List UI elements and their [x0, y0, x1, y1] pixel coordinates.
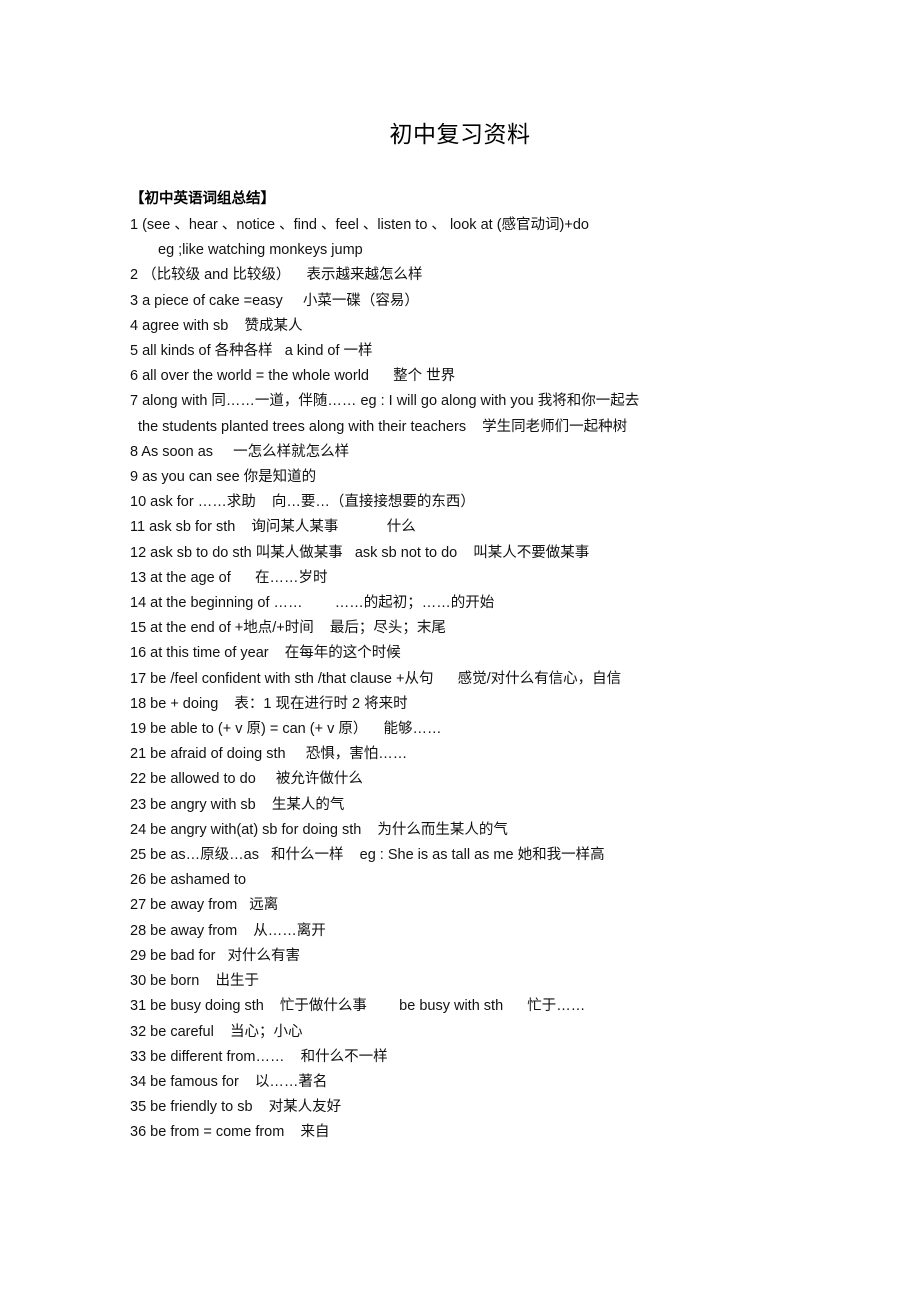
- document-page: 初中复习资料 【初中英语词组总结】 1 (see 、hear 、notice 、…: [0, 0, 920, 1302]
- phrase-entry: eg ;like watching monkeys jump: [158, 242, 363, 259]
- phrase-entry: the students planted trees along with th…: [138, 418, 628, 435]
- phrase-entry: 21 be afraid of doing sth 恐惧，害怕……: [130, 746, 408, 763]
- phrase-entry: 3 a piece of cake =easy 小菜一碟（容易）: [130, 292, 419, 309]
- phrase-entry: 11 ask sb for sth 询问某人某事 什么: [130, 519, 416, 536]
- phrase-entry: 25 be as…原级…as 和什么一样 eg : She is as tall…: [130, 847, 605, 864]
- phrase-entry: 10 ask for ……求助 向…要…（直接接想要的东西）: [130, 494, 475, 511]
- phrase-entry: 4 agree with sb 赞成某人: [130, 317, 303, 334]
- phrase-entry: 28 be away from 从……离开: [130, 922, 326, 939]
- phrase-entry: 26 be ashamed to: [130, 872, 247, 889]
- phrase-entry: 5 all kinds of 各种各样 a kind of 一样: [130, 343, 373, 360]
- phrase-list: 1 (see 、hear 、notice 、find 、feel 、listen…: [130, 213, 860, 1146]
- phrase-entry: 16 at this time of year 在每年的这个时候: [130, 645, 401, 662]
- phrase-entry: 22 be allowed to do 被允许做什么: [130, 771, 363, 788]
- phrase-entry: 19 be able to (+ v 原) = can (+ v 原） 能够……: [130, 721, 442, 738]
- phrase-entry: 34 be famous for 以……著名: [130, 1073, 328, 1090]
- phrase-entry: 36 be from = come from 来自: [130, 1124, 330, 1141]
- phrase-entry: 35 be friendly to sb 对某人友好: [130, 1099, 342, 1116]
- phrase-entry: 6 all over the world = the whole world 整…: [130, 368, 456, 385]
- phrase-entry: 27 be away from 远离: [130, 897, 279, 914]
- phrase-entry: 7 along with 同……一道，伴随…… eg : I will go a…: [130, 393, 640, 410]
- phrase-entry: 23 be angry with sb 生某人的气: [130, 796, 345, 813]
- page-title: 初中复习资料: [389, 122, 531, 148]
- phrase-entry: 17 be /feel confident with sth /that cla…: [130, 670, 622, 687]
- phrase-entry: 33 be different from…… 和什么不一样: [130, 1048, 388, 1065]
- phrase-entry: 18 be + doing 表：1 现在进行时 2 将来时: [130, 695, 408, 712]
- phrase-entry: 29 be bad for 对什么有害: [130, 947, 301, 964]
- phrase-entry: 31 be busy doing sth 忙于做什么事 be busy with…: [130, 998, 586, 1015]
- phrase-entry: 14 at the beginning of …… ……的起初；……的开始: [130, 595, 495, 612]
- phrase-entry: 15 at the end of +地点/+时间 最后；尽头；末尾: [130, 620, 446, 637]
- phrase-entry: 2 （比较级 and 比较级） 表示越来越怎么样: [130, 267, 423, 284]
- phrase-entry: 30 be born 出生于: [130, 973, 259, 990]
- document-body: 【初中英语词组总结】 1 (see 、hear 、notice 、find 、f…: [130, 186, 860, 1146]
- phrase-entry: 1 (see 、hear 、notice 、find 、feel 、listen…: [130, 217, 589, 233]
- phrase-entry: 12 ask sb to do sth 叫某人做某事 ask sb not to…: [130, 544, 590, 561]
- section-heading: 【初中英语词组总结】: [130, 190, 275, 207]
- phrase-entry: 32 be careful 当心；小心: [130, 1023, 303, 1040]
- phrase-entry: 24 be angry with(at) sb for doing sth 为什…: [130, 821, 508, 838]
- phrase-entry: 8 As soon as 一怎么样就怎么样: [130, 443, 350, 460]
- phrase-entry: 13 at the age of 在……岁时: [130, 569, 328, 586]
- phrase-entry: 9 as you can see 你是知道的: [130, 469, 317, 486]
